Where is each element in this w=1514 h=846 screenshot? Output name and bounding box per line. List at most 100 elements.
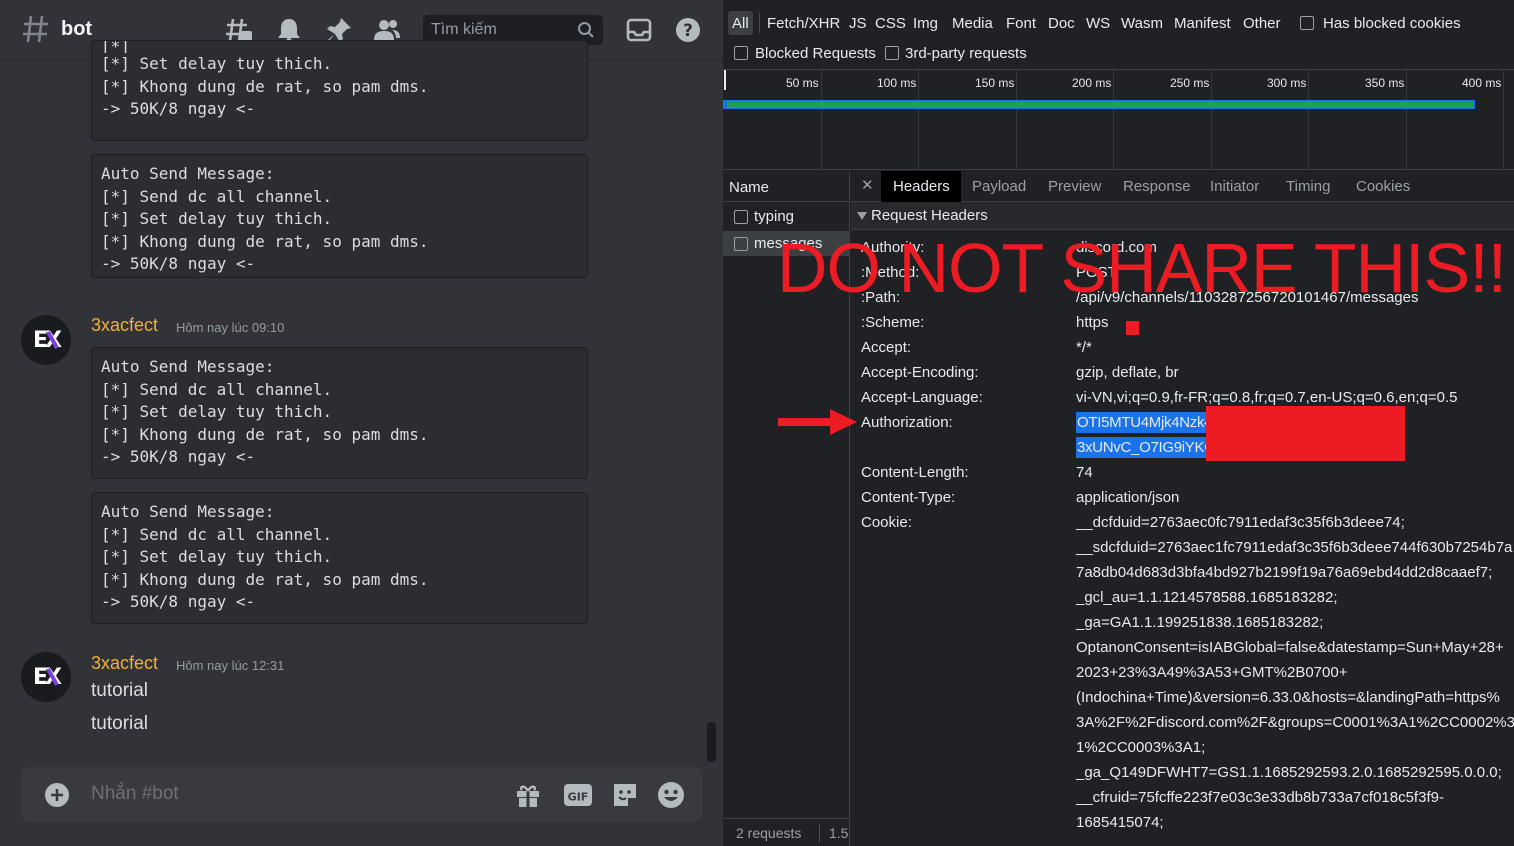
cookie-line: OptanonConsent=isIABGlobal=false&datesta…	[1076, 639, 1504, 656]
tab-payload[interactable]: Payload	[972, 178, 1026, 195]
ex-logo-icon: EX	[33, 665, 65, 690]
cookie-line: (Indochina+Time)&version=6.33.0&hosts=&l…	[1076, 689, 1500, 706]
tick-label: 350 ms	[1365, 76, 1405, 90]
message-author[interactable]: 3xacfect	[91, 315, 158, 336]
tab-cookies[interactable]: Cookies	[1356, 178, 1410, 195]
detail-tabs: ✕ Headers Payload Preview Response Initi…	[851, 171, 1514, 202]
header-key: Accept-Encoding:	[861, 364, 979, 381]
header-value: __dcfduid=2763aec0fc7911edaf3c35f6b3deee…	[1076, 514, 1405, 531]
header-key: Content-Length:	[861, 464, 969, 481]
discord-pane: bot Tìm kiếm ? [*] [*] Set delay tuy thi…	[0, 0, 723, 846]
filter-fetch-xhr[interactable]: Fetch/XHR	[767, 15, 840, 32]
divider	[819, 824, 820, 842]
filter-doc[interactable]: Doc	[1048, 15, 1075, 32]
grid-line	[1113, 70, 1114, 170]
filter-css[interactable]: CSS	[875, 15, 906, 32]
code-line: -> 50K/8 ngay <-	[101, 254, 256, 274]
hash-icon	[23, 15, 48, 43]
tick-label: 100 ms	[877, 76, 917, 90]
message-author[interactable]: 3xacfect	[91, 653, 158, 674]
cookie-line: 2023+23%3A49%3A53+GMT%2B0700+	[1076, 664, 1348, 681]
cookie-line: __sdcfduid=2763aec1fc7911edaf3c35f6b3dee…	[1076, 539, 1513, 556]
header-key: Cookie:	[861, 514, 912, 531]
grid-line	[918, 70, 919, 170]
gift-icon[interactable]	[514, 781, 542, 809]
help-icon[interactable]: ?	[674, 16, 702, 44]
request-row[interactable]: typing	[723, 204, 849, 229]
avatar[interactable]: EX	[21, 652, 71, 702]
cookie-line: 7a8db04d683d3bfa4bd927b2199f19a76a69ebd4…	[1076, 564, 1493, 581]
search-placeholder: Tìm kiếm	[431, 21, 497, 38]
name-column-header[interactable]: Name	[723, 171, 850, 202]
blocked-requests-checkbox[interactable]	[734, 46, 748, 60]
tab-initiator[interactable]: Initiator	[1210, 178, 1259, 195]
third-party-label: 3rd-party requests	[905, 45, 1027, 62]
gif-icon[interactable]: GIF	[563, 781, 593, 809]
authorization-token-line1[interactable]: OTI5MTU4Mjk4Nzk4	[1076, 412, 1214, 433]
name-header-label: Name	[729, 179, 770, 196]
request-name: typing	[754, 208, 795, 225]
composer-placeholder: Nhắn #bot	[91, 783, 179, 804]
search-icon	[578, 22, 594, 38]
tick-label: 200 ms	[1072, 76, 1112, 90]
request-headers-section[interactable]: Request Headers	[851, 202, 1514, 230]
inbox-icon[interactable]	[625, 16, 653, 44]
filter-manifest[interactable]: Manifest	[1174, 15, 1231, 32]
grid-line	[1211, 70, 1212, 170]
cookie-line: __cfruid=75fcffe223f7e03c3e33db8b733a7cf…	[1076, 789, 1444, 806]
grid-line	[1016, 70, 1017, 170]
redaction-box	[1206, 406, 1405, 461]
ex-logo-icon: EX	[33, 328, 65, 353]
emoji-icon[interactable]	[657, 781, 685, 809]
network-timeline[interactable]: 50 ms 100 ms 150 ms 200 ms 250 ms 300 ms…	[723, 69, 1514, 170]
code-block: Auto Send Message: [*] Send dc all chann…	[91, 347, 588, 479]
code-line: [*] Khong dung de rat, so pam dms.	[101, 424, 429, 444]
cookie-line: 1%2CC0003%3A1;	[1076, 739, 1206, 756]
filter-wasm[interactable]: Wasm	[1121, 15, 1163, 32]
code-line: -> 50K/8 ngay <-	[101, 592, 256, 612]
header-value: 74	[1076, 464, 1093, 481]
transfer-size: 1.5	[829, 825, 849, 841]
tick-label: 300 ms	[1267, 76, 1307, 90]
code-line: [*] Set delay tuy thich.	[101, 54, 333, 73]
filter-ws[interactable]: WS	[1086, 15, 1110, 32]
grid-line	[1308, 70, 1309, 170]
add-attachment-icon[interactable]	[44, 782, 70, 808]
tab-headers[interactable]: Headers	[893, 178, 950, 195]
message-composer[interactable]: Nhắn #bot GIF	[21, 767, 702, 822]
code-line: [*] Khong dung de rat, so pam dms.	[101, 231, 429, 251]
header-value: https	[1076, 314, 1109, 331]
header-key: Content-Type:	[861, 489, 956, 506]
tick-label: 150 ms	[975, 76, 1015, 90]
filter-font[interactable]: Font	[1006, 15, 1036, 32]
filter-js[interactable]: JS	[849, 15, 867, 32]
code-line: [*] Set delay tuy thich.	[101, 402, 333, 422]
scrollbar[interactable]	[707, 722, 716, 762]
tab-preview[interactable]: Preview	[1048, 178, 1101, 195]
channel-name: bot	[61, 18, 93, 40]
avatar[interactable]: EX	[21, 315, 71, 365]
code-line: [*] Khong dung de rat, so pam dms.	[101, 569, 429, 589]
request-checkbox[interactable]	[734, 237, 748, 251]
close-icon[interactable]: ✕	[861, 176, 874, 194]
filter-other[interactable]: Other	[1243, 15, 1281, 32]
filter-media[interactable]: Media	[952, 15, 993, 32]
message-timestamp: Hôm nay lúc 12:31	[176, 658, 285, 673]
code-line: [*] Khong dung de rat, so pam dms.	[101, 76, 429, 96]
code-line: [*] Send dc all channel.	[101, 524, 333, 544]
third-party-checkbox[interactable]	[885, 46, 899, 60]
header-value: vi-VN,vi;q=0.9,fr-FR;q=0.8,fr;q=0.7,en-U…	[1076, 389, 1458, 406]
has-blocked-cookies-checkbox[interactable]	[1300, 16, 1314, 30]
request-checkbox[interactable]	[734, 210, 748, 224]
tab-timing[interactable]: Timing	[1286, 178, 1330, 195]
filter-img[interactable]: Img	[913, 15, 938, 32]
sticker-icon[interactable]	[611, 781, 639, 809]
filter-bar: All Fetch/XHR JS CSS Img Media Font Doc …	[723, 8, 1514, 38]
svg-text:?: ?	[683, 21, 693, 41]
tab-response[interactable]: Response	[1123, 178, 1191, 195]
code-line: [*]	[101, 41, 130, 53]
red-mark	[1126, 321, 1139, 335]
authorization-token-line2[interactable]: 3xUNvC_O7IG9iYKQ	[1076, 437, 1217, 458]
filter-all[interactable]: All	[732, 15, 749, 32]
svg-text:EX: EX	[33, 665, 62, 690]
